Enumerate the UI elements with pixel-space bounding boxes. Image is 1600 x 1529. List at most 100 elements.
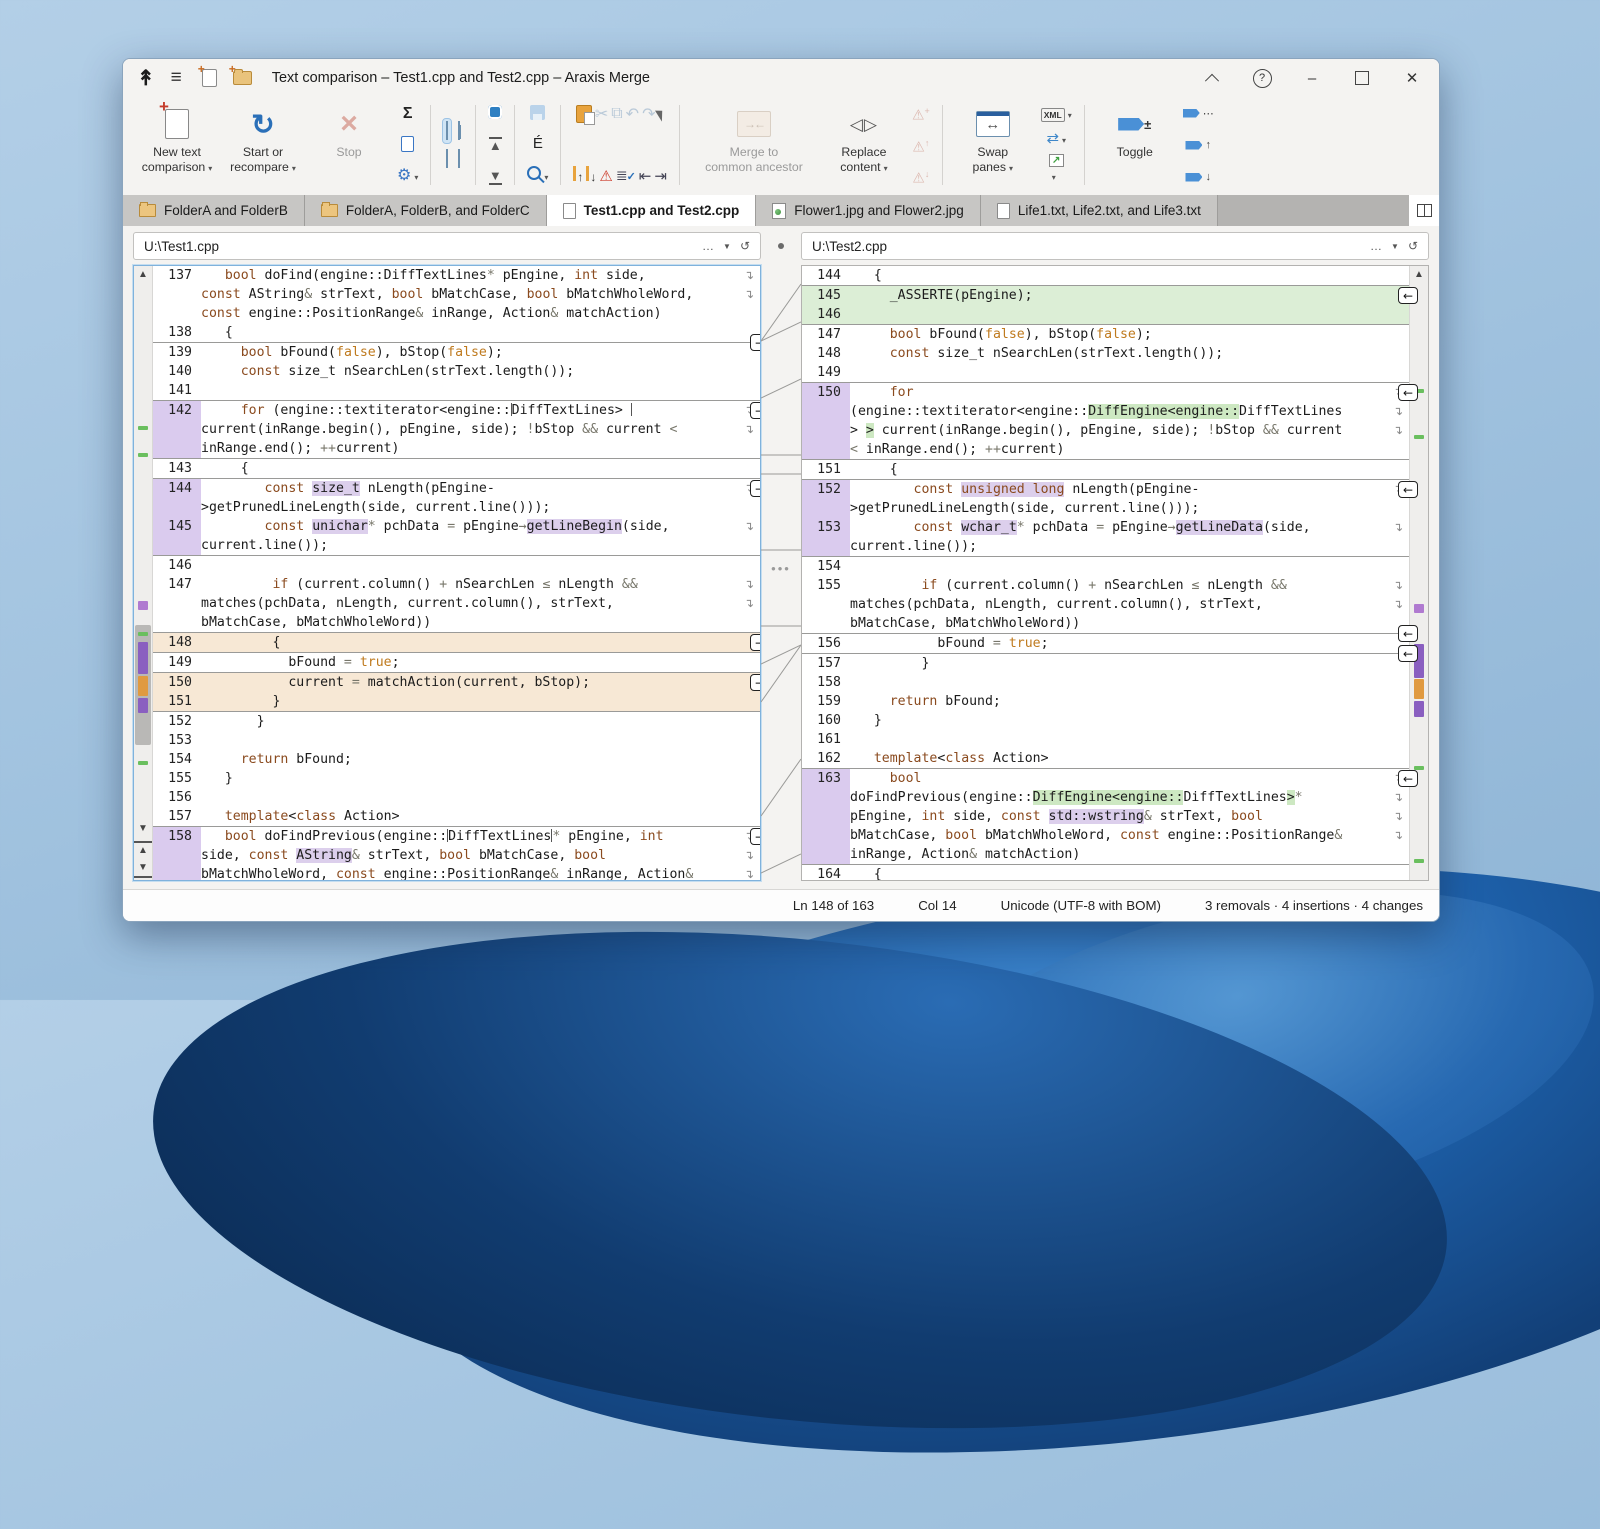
previous-bookmark-button[interactable]: ↑ [1185, 137, 1211, 153]
paste-icon[interactable] [576, 105, 592, 123]
special-characters-icon[interactable]: É [533, 135, 543, 152]
line-wrap-icon: ↴ [1387, 518, 1409, 537]
merge-left-button[interactable]: ← [1398, 384, 1418, 401]
code-row: 151 { [802, 460, 1409, 479]
layout-two-pane-button[interactable] [443, 119, 451, 143]
go-to-bottom-button[interactable]: ▼ [489, 170, 502, 185]
scroll-up-icon[interactable]: ▲ [1410, 268, 1428, 282]
line-number [802, 421, 850, 440]
merge-left-button[interactable]: ← [1398, 287, 1418, 304]
bookmark-list-button[interactable]: ⋯ [1183, 105, 1214, 121]
dropdown-icon[interactable]: ▼ [1391, 242, 1399, 251]
accept-changes-button[interactable]: ≣✓ [616, 167, 636, 185]
left-change-map[interactable]: ▲ ▼ ▲ ▼ [134, 266, 153, 880]
merge-right-lines-icon[interactable]: ⇥ [654, 167, 667, 185]
tab-flower1-jpg-and-flower2-jpg[interactable]: Flower1.jpg and Flower2.jpg [756, 195, 981, 226]
more-icon[interactable]: … [702, 239, 714, 253]
tab-life1-txt-life2-txt-and-life3-txt[interactable]: Life1.txt, Life2.txt, and Life3.txt [981, 195, 1218, 226]
tab-foldera-and-folderb[interactable]: FolderA and FolderB [123, 195, 305, 226]
merge-right-button[interactable]: → [750, 674, 761, 691]
merge-left-lines-icon[interactable]: ⇤ [639, 167, 652, 185]
code-text: bFound = true; [850, 634, 1409, 653]
code-text: } [201, 769, 760, 788]
layout-three-pane-button[interactable] [455, 119, 463, 143]
more-changes-button[interactable]: ••• [761, 561, 801, 576]
left-file-header[interactable]: U:\Test1.cpp … ▼ ↺ [133, 232, 761, 260]
merge-right-button[interactable]: → [750, 828, 761, 845]
settings-button[interactable]: ⚙▾ [397, 165, 418, 185]
swap-panes-button[interactable]: ↔ Swap panes▾ [951, 99, 1035, 191]
merge-left-button[interactable]: ← [1398, 645, 1418, 662]
previous-change-button[interactable]: ↑ [573, 166, 583, 186]
help-button[interactable]: ? [1243, 64, 1281, 92]
transfer-button[interactable]: ⇄▾ [1046, 129, 1066, 148]
layout-two-row-button[interactable] [443, 147, 451, 171]
tab-foldera-folderb-and-folderc[interactable]: FolderA, FolderB, and FolderC [305, 195, 547, 226]
code-text: current(inRange.begin(), pEngine, side);… [201, 420, 738, 439]
scroll-to-top-icon[interactable]: ▲ [134, 841, 152, 858]
diff-block-separator [802, 556, 1409, 557]
code-text: >getPrunedLineLength(side, current.line(… [201, 498, 760, 517]
layout-list-button[interactable] [455, 147, 463, 171]
code-text: template<class Action> [201, 807, 760, 826]
merge-right-button[interactable]: → [750, 480, 761, 497]
code-row: 161 [802, 730, 1409, 749]
statistics-icon[interactable]: Σ [403, 105, 413, 123]
code-text [201, 788, 760, 807]
comparison-area: U:\Test1.cpp … ▼ ↺ U:\Test2.cpp … ▼ ↺ [123, 226, 1439, 885]
merge-right-button[interactable]: → [750, 634, 761, 651]
menu-icon[interactable]: ≡ [171, 67, 182, 89]
code-row: 146 [802, 305, 1409, 324]
right-change-map[interactable]: ▲ [1409, 266, 1428, 880]
go-to-top-button[interactable]: ▲ [489, 137, 502, 152]
line-number: 141 [153, 381, 201, 400]
selection-icon[interactable] [488, 105, 502, 119]
diff-block-separator [802, 479, 1409, 480]
dropdown-icon[interactable]: ▼ [723, 242, 731, 251]
start-or-recompare-button[interactable]: ↻ Start or recompare▾ [221, 99, 305, 191]
find-button[interactable]: ▾ [527, 166, 548, 185]
stop-icon: × [340, 111, 358, 137]
more-icon[interactable]: … [1370, 239, 1382, 253]
tab-test1-cpp-and-test2-cpp[interactable]: Test1.cpp and Test2.cpp [547, 195, 757, 226]
new-folder-comparison-icon[interactable] [233, 71, 252, 85]
scroll-up-icon[interactable]: ▲ [134, 268, 152, 282]
xml-options-button[interactable]: XML▾ [1041, 105, 1072, 123]
minimize-button[interactable]: – [1293, 64, 1331, 92]
merge-left-button[interactable]: ← [1398, 625, 1418, 642]
right-file-header[interactable]: U:\Test2.cpp … ▼ ↺ [801, 232, 1429, 260]
new-comparison-icon[interactable] [202, 69, 217, 87]
toggle-bookmark-button[interactable]: ± Toggle [1093, 99, 1177, 191]
history-icon[interactable]: ↺ [1408, 239, 1418, 253]
merge-right-button[interactable]: → [750, 402, 761, 419]
report-icon[interactable] [401, 136, 414, 152]
collapse-ribbon-button[interactable] [1193, 64, 1231, 92]
code-text: inRange.end(); ++current) [201, 439, 760, 458]
next-change-button[interactable]: ↓ [586, 166, 596, 186]
cut-icon: ✂ [595, 104, 608, 124]
new-text-comparison-button[interactable]: New text comparison▾ [135, 99, 219, 191]
next-bookmark-button[interactable]: ↓ [1185, 169, 1211, 185]
scroll-down-icon[interactable]: ▼ [134, 822, 152, 836]
code-row: 154 return bFound; [153, 750, 760, 769]
line-number [153, 846, 201, 865]
replace-content-button[interactable]: ◁▷ Replace content▾ [822, 99, 906, 191]
scroll-to-bottom-icon[interactable]: ▼ [134, 861, 152, 878]
line-number [153, 420, 201, 439]
merge-right-button[interactable]: → [750, 334, 761, 351]
line-number: 147 [802, 325, 850, 344]
export-button[interactable]: ↗▾ [1049, 154, 1064, 185]
history-icon[interactable]: ↺ [740, 239, 750, 253]
code-text: const unsigned long nLength(pEngine- [850, 480, 1387, 499]
pane-arrangement-button[interactable] [1409, 195, 1439, 226]
merge-left-button[interactable]: ← [1398, 770, 1418, 787]
remove-warning-icon[interactable]: ⚠ [599, 167, 612, 185]
edit-nav-group: ✂ ⧉ ↶ ↷ ↑ ↓ ⚠ ≣✓ ⇤ ⇥ [569, 99, 671, 191]
maximize-button[interactable] [1343, 64, 1381, 92]
merge-left-button[interactable]: ← [1398, 481, 1418, 498]
pointer-icon[interactable] [655, 107, 667, 121]
line-number: 149 [802, 363, 850, 382]
line-wrap-icon: ↴ [738, 285, 760, 304]
close-button[interactable]: ✕ [1393, 64, 1431, 92]
code-text: side, const AString& strText, bool bMatc… [201, 846, 738, 865]
